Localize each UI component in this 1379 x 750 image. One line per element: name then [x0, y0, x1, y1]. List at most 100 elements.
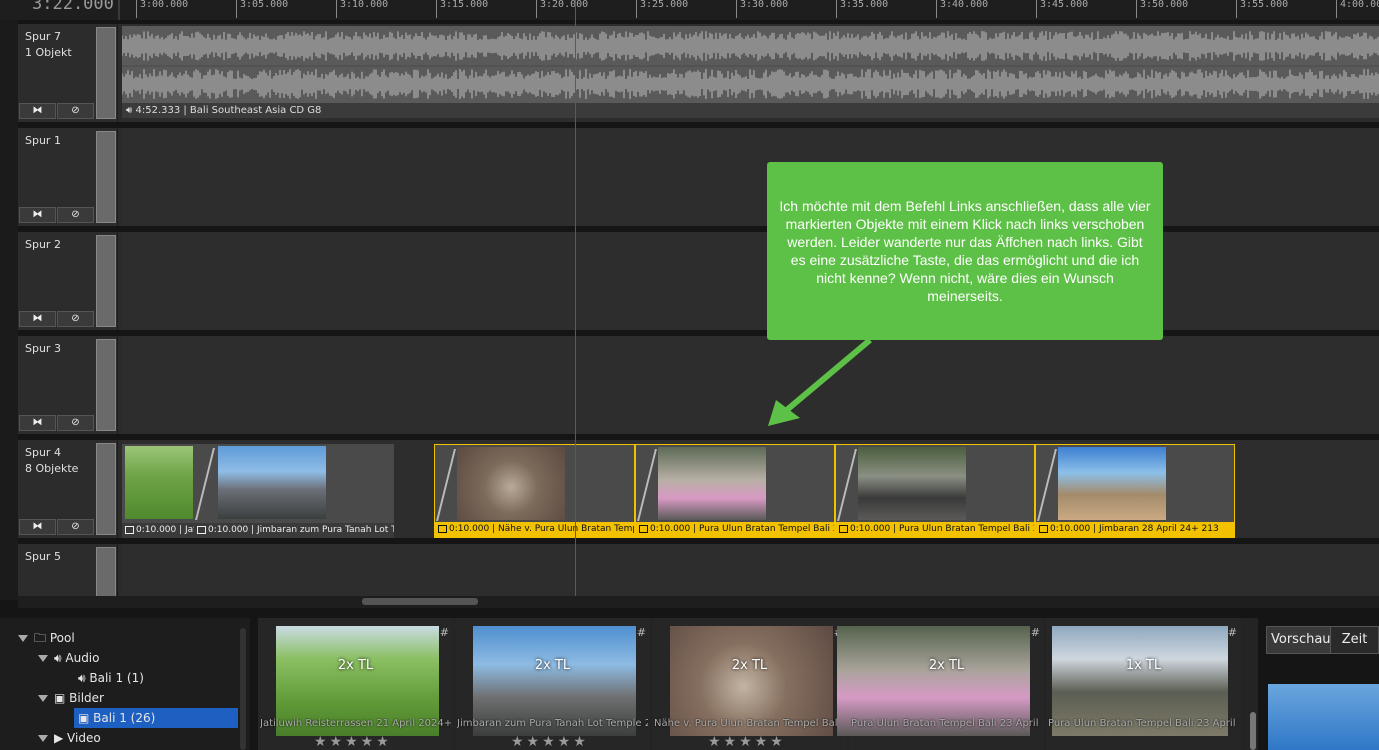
image-clip-selected[interactable]: 0:10.000 | Jimbaran 28 April 24+ 213	[1035, 444, 1235, 538]
rating-stars[interactable]: ★★★★★	[314, 734, 392, 750]
track-body[interactable]	[122, 544, 1379, 596]
track-spur-3: Spur 3 ⧓ ⊘	[18, 336, 1379, 434]
audio-clip-title: 4:52.333 | Bali Southeast Asia CD G8	[135, 105, 322, 116]
track-mute-button[interactable]: ⊘	[57, 311, 94, 327]
image-icon	[197, 526, 206, 534]
pool-root[interactable]: 🗀 Pool	[18, 628, 75, 648]
track-solo-button[interactable]: ⧓	[19, 519, 56, 535]
image-icon	[639, 525, 648, 533]
track-name: Spur 7	[25, 30, 61, 43]
track-mute-button[interactable]: ⊘	[57, 519, 94, 535]
audio-clip[interactable]: 🔊︎ 4:52.333 | Bali Southeast Asia CD G8	[122, 26, 1379, 118]
pool-scrollbar[interactable]	[240, 628, 246, 750]
ruler-divider	[118, 0, 120, 20]
track-spur-7: Spur 7 1 Objekt ⧓ ⊘ 🔊︎ 4:52.333 | Bali S…	[18, 24, 1379, 122]
annotation-bubble: Ich möchte mit dem Befehl Links anschlie…	[767, 162, 1163, 340]
expand-icon[interactable]	[38, 655, 48, 662]
track-spur-5: Spur 5	[18, 544, 1379, 596]
ruler-tick: 3:20.000	[536, 0, 588, 18]
media-item[interactable]: 1x TL Pura Ulun Bratan Tempel Bali 23 Ap…	[1046, 618, 1241, 750]
ruler-tick: 3:50.000	[1136, 0, 1188, 18]
audio-clip-label: 🔊︎ 4:52.333 | Bali Southeast Asia CD G8	[122, 103, 1379, 118]
media-caption: Jimbaran zum Pura Tanah Lot Temple 21 A.…	[457, 718, 648, 729]
track-volume-slider[interactable]	[96, 339, 116, 431]
ruler-tick: 3:35.000	[836, 0, 888, 18]
timeline-usage-label: 2x TL	[731, 658, 768, 673]
track-volume-slider[interactable]	[96, 27, 116, 119]
fade-in-marker	[436, 449, 456, 521]
media-scrollbar[interactable]	[1250, 712, 1256, 750]
track-volume-slider[interactable]	[96, 443, 116, 535]
track-name: Spur 3	[25, 342, 61, 355]
folder-icon: 🗀	[34, 631, 50, 645]
timeline-scrollbar-thumb[interactable]	[362, 598, 478, 605]
ruler-tick: 3:55.000	[1236, 0, 1288, 18]
image-clip[interactable]: 0:10.000 | Jatiluwih...	[122, 444, 194, 538]
tab-zeit[interactable]: Zeit	[1330, 626, 1379, 654]
annotation-arrow	[768, 337, 872, 426]
image-clip[interactable]: 0:10.000 | Jimbaran zum Pura Tanah Lot T…	[194, 444, 394, 538]
image-clip-selected[interactable]: 0:10.000 | Pura Ulun Bratan Tempel Bali …	[635, 444, 835, 538]
pool-audio-item[interactable]: 🔊︎ Bali 1 (1)	[78, 668, 144, 688]
track-volume-slider[interactable]	[96, 131, 116, 223]
playhead[interactable]	[575, 0, 576, 596]
fade-in-marker	[837, 449, 857, 521]
fade-in-marker	[195, 448, 215, 520]
track-mute-button[interactable]: ⊘	[57, 415, 94, 431]
track-solo-button[interactable]: ⧓	[19, 207, 56, 223]
hash-icon: #	[1227, 626, 1237, 639]
hash-icon: #	[1030, 626, 1040, 639]
track-volume-slider[interactable]	[96, 235, 116, 327]
pool-audio-folder[interactable]: 🔊︎ Audio	[38, 648, 99, 668]
timeline-usage-label: 1x TL	[1125, 658, 1162, 673]
ruler-tick: 3:15.000	[436, 0, 488, 18]
track-volume-slider[interactable]	[96, 547, 116, 596]
ruler-tick: 3:25.000	[636, 0, 688, 18]
pool-video-folder[interactable]: ▶ Video	[38, 728, 101, 748]
expand-icon[interactable]	[18, 635, 28, 642]
ruler-tick: 3:00.000	[136, 0, 188, 18]
track-body[interactable]: 0:10.000 | Jatiluwih... 0:10.000 | Jimba…	[122, 440, 1379, 538]
speaker-icon: 🔊︎	[54, 651, 66, 665]
image-clip-selected[interactable]: 0:10.000 | Nähe v. Pura Ulun Bratan Temp…	[434, 444, 635, 538]
track-mute-button[interactable]: ⊘	[57, 207, 94, 223]
rating-stars[interactable]: ★★★★★	[708, 734, 786, 750]
clip-label: 0:10.000 | Pura Ulun Bratan Tempel Bali …	[836, 522, 1034, 537]
media-item[interactable]: 2x TL Jimbaran zum Pura Tanah Lot Temple…	[455, 618, 650, 750]
track-name: Spur 2	[25, 238, 61, 251]
track-body[interactable]	[122, 336, 1379, 434]
clip-label: 0:10.000 | Jatiluwih...	[122, 523, 194, 538]
app-window: 3:22.000 3:00.000 3:05.000 3:10.000 3:15…	[0, 0, 1379, 750]
track-solo-button[interactable]: ⧓	[19, 311, 56, 327]
ruler-tick: 3:40.000	[936, 0, 988, 18]
pool-images-item[interactable]: ▣ Bali 1 (26)	[74, 708, 238, 728]
expand-icon[interactable]	[38, 735, 48, 742]
rating-stars[interactable]: ★★★★★	[511, 734, 589, 750]
track-header: Spur 1 ⧓ ⊘	[18, 128, 118, 226]
media-caption: Jatiluwih Reisterrassen 21 April 2024+88…	[260, 718, 451, 729]
clip-thumbnail	[858, 447, 966, 520]
pool-images-folder[interactable]: ▣ Bilder	[38, 688, 104, 708]
track-body[interactable]	[122, 232, 1379, 330]
timeline-usage-label: 2x TL	[928, 658, 965, 673]
timeline-scrollbar[interactable]	[18, 596, 1379, 608]
media-item[interactable]: 2x TL Jatiluwih Reisterrassen 21 April 2…	[258, 618, 453, 750]
fade-in-marker	[1037, 449, 1057, 521]
tab-vorschau[interactable]: Vorschau	[1266, 626, 1336, 654]
track-body[interactable]: 🔊︎ 4:52.333 | Bali Southeast Asia CD G8	[122, 24, 1379, 122]
media-caption: Pura Ulun Bratan Tempel Bali 23 April 20…	[1048, 718, 1239, 729]
track-mute-button[interactable]: ⊘	[57, 103, 94, 119]
clip-thumbnail	[457, 447, 565, 520]
track-solo-button[interactable]: ⧓	[19, 415, 56, 431]
media-item[interactable]: 2x TL Nähe v. Pura Ulun Bratan Tempel Ba…	[652, 618, 847, 750]
clip-thumbnail	[658, 447, 766, 520]
timeline-ruler[interactable]: 3:22.000 3:00.000 3:05.000 3:10.000 3:15…	[0, 0, 1379, 20]
track-body[interactable]	[122, 128, 1379, 226]
media-item[interactable]: 2x TL Pura Ulun Bratan Tempel Bali 23 Ap…	[837, 618, 1044, 750]
expand-icon[interactable]	[38, 695, 48, 702]
track-object-count: 8 Objekte	[25, 462, 79, 475]
media-grid: 2x TL Jatiluwih Reisterrassen 21 April 2…	[258, 618, 1258, 750]
image-icon	[839, 525, 848, 533]
image-clip-selected[interactable]: 0:10.000 | Pura Ulun Bratan Tempel Bali …	[835, 444, 1035, 538]
track-solo-button[interactable]: ⧓	[19, 103, 56, 119]
